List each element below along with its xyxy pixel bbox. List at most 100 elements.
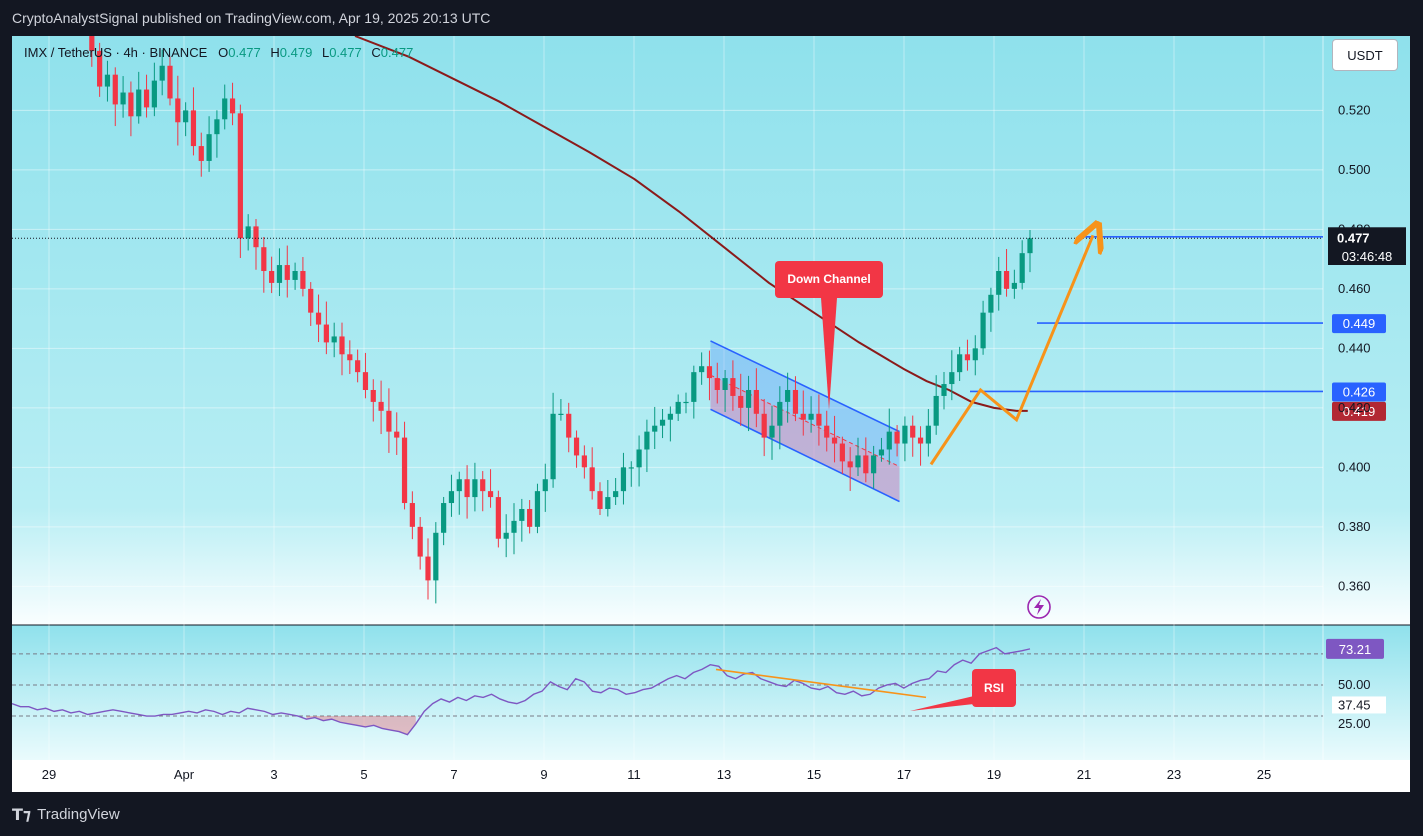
candle-body: [996, 271, 1002, 295]
x-tick-label: 29: [42, 767, 56, 782]
candle-body: [401, 437, 408, 504]
candle-body: [628, 467, 634, 469]
rsi-marked-text: 37.45: [1338, 697, 1371, 712]
candle-body: [597, 491, 603, 509]
candle-body: [331, 336, 337, 343]
candle-body: [495, 497, 501, 539]
candle-body: [300, 271, 306, 289]
candle-body: [378, 401, 384, 411]
legend-h-value: 0.479: [279, 45, 313, 60]
chart-frame[interactable]: 0.4800.4490.4260.4190.477 50.0025.0037.4…: [12, 36, 1410, 792]
candle-body: [1003, 271, 1010, 289]
candle-body: [425, 556, 431, 581]
candle-body: [480, 479, 486, 492]
candle-body: [831, 437, 838, 444]
candle-body: [136, 89, 142, 117]
candle-body: [550, 413, 556, 480]
candle-body: [980, 312, 986, 349]
candle-body: [894, 431, 900, 444]
legend-l-value: 0.477: [329, 45, 362, 60]
candle-body: [229, 98, 236, 114]
tradingview-logo[interactable]: T⁊ TradingView: [12, 805, 120, 824]
y-tick-label: 0.520: [1338, 102, 1371, 117]
candle-body: [315, 312, 322, 325]
candle-body: [949, 372, 955, 385]
price-chart[interactable]: 0.4800.4490.4260.4190.477 50.0025.0037.4…: [12, 36, 1410, 792]
candle-body: [433, 532, 439, 581]
candle-body: [925, 425, 931, 444]
symbol-legend: IMX / TetherUS · 4h · BINANCE O0.477 H0.…: [24, 45, 419, 60]
candle-body: [386, 410, 392, 432]
candle-body: [691, 372, 697, 402]
header-bar: CryptoAnalystSignal published on Trading…: [0, 0, 1423, 36]
candle-body: [143, 89, 150, 108]
candle-body: [738, 395, 744, 408]
candle-body: [441, 503, 447, 533]
candle-body: [472, 479, 478, 498]
candle-body: [1027, 238, 1033, 254]
candle-body: [128, 92, 134, 117]
candle-body: [175, 98, 181, 123]
candle-body: [589, 467, 595, 492]
y-tick-label: 0.400: [1338, 459, 1371, 474]
y-tick-label: 0.480: [1338, 221, 1371, 236]
rsi-pane-bg: [12, 625, 1410, 760]
candle-body: [839, 443, 845, 462]
legend-c-value: 0.477: [380, 45, 414, 60]
candle-body: [1019, 253, 1025, 283]
level-price-text: 0.426: [1343, 384, 1376, 399]
candle-body: [159, 65, 165, 81]
x-tick-label: 23: [1167, 767, 1181, 782]
candle-body: [964, 354, 971, 361]
candle-body: [683, 401, 689, 404]
bar-countdown: 03:46:48: [1328, 247, 1406, 265]
candle-body: [323, 324, 329, 343]
candle-body: [636, 449, 642, 468]
candle-body: [917, 437, 924, 444]
candle-body: [652, 425, 658, 432]
candle-body: [198, 146, 204, 161]
candle-body: [167, 65, 173, 99]
candle-body: [910, 425, 916, 438]
down-channel-label: Down Channel: [787, 272, 870, 286]
candle-body: [675, 401, 681, 414]
currency-button[interactable]: USDT: [1332, 39, 1398, 71]
candle-body: [605, 497, 611, 509]
x-tick-label: 5: [360, 767, 367, 782]
x-tick-label: 13: [717, 767, 731, 782]
y-tick-label: 0.360: [1338, 578, 1371, 593]
candle-body: [355, 360, 361, 373]
legend-h-label: H: [270, 45, 280, 60]
candle-body: [886, 431, 892, 450]
candle-body: [659, 419, 666, 426]
rsi-callout-label: RSI: [984, 681, 1004, 695]
candle-body: [237, 113, 243, 239]
legend-o-label: O: [218, 45, 229, 60]
legend-o-value: 0.477: [228, 45, 261, 60]
x-tick-label: 3: [270, 767, 277, 782]
candle-body: [362, 372, 369, 390]
level-price-text: 0.449: [1343, 316, 1376, 331]
candle-body: [722, 378, 728, 390]
candle-body: [667, 413, 673, 420]
candle-body: [753, 389, 759, 414]
candle-body: [503, 532, 509, 539]
candle-body: [339, 336, 345, 355]
candle-body: [863, 455, 869, 474]
candle-body: [871, 455, 877, 474]
rsi-current-text: 73.21: [1339, 642, 1372, 657]
candle-body: [777, 401, 783, 426]
candle-body: [620, 467, 627, 492]
candle-body: [855, 455, 861, 468]
y-tick-label: 0.380: [1338, 519, 1371, 534]
y-tick-label: 0.420: [1338, 400, 1371, 415]
candle-body: [542, 479, 548, 492]
candle-body: [730, 378, 736, 396]
candle-body: [581, 455, 587, 468]
x-tick-label: 19: [987, 767, 1001, 782]
candle-body: [261, 247, 267, 272]
candle-body: [206, 134, 212, 161]
rsi-tick-label: 50.00: [1338, 677, 1371, 692]
candle-body: [519, 508, 525, 521]
candle-body: [816, 413, 822, 426]
